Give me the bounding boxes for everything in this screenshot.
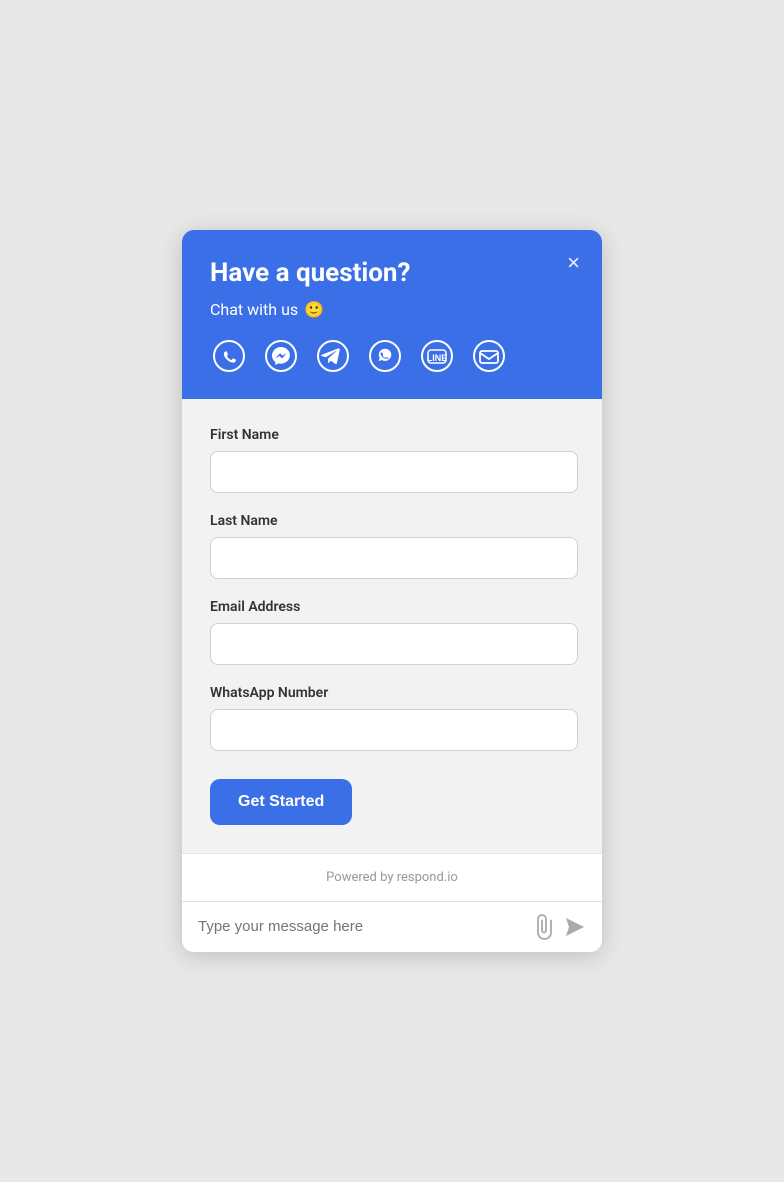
telegram-icon[interactable] bbox=[314, 337, 352, 375]
last-name-label: Last Name bbox=[210, 513, 578, 529]
powered-by: Powered by respond.io bbox=[182, 853, 602, 901]
email-icon[interactable] bbox=[470, 337, 508, 375]
line-icon[interactable]: LINE bbox=[418, 337, 456, 375]
close-button[interactable]: × bbox=[567, 252, 580, 274]
first-name-label: First Name bbox=[210, 427, 578, 443]
email-label: Email Address bbox=[210, 599, 578, 615]
subtitle-text: Chat with us bbox=[210, 300, 298, 319]
svg-text:LINE: LINE bbox=[427, 353, 448, 363]
last-name-input[interactable] bbox=[210, 537, 578, 579]
header-subtitle: Chat with us 🙂 bbox=[210, 300, 578, 319]
message-input-row bbox=[182, 901, 602, 952]
whatsapp-input[interactable] bbox=[210, 709, 578, 751]
chat-header: Have a question? Chat with us 🙂 × bbox=[182, 230, 602, 398]
last-name-group: Last Name bbox=[210, 513, 578, 579]
messenger-icon[interactable] bbox=[262, 337, 300, 375]
chat-channel-icons: LINE bbox=[210, 337, 578, 375]
first-name-group: First Name bbox=[210, 427, 578, 493]
get-started-button[interactable]: Get Started bbox=[210, 779, 352, 825]
whatsapp-label: WhatsApp Number bbox=[210, 685, 578, 701]
email-group: Email Address bbox=[210, 599, 578, 665]
first-name-input[interactable] bbox=[210, 451, 578, 493]
whatsapp-group: WhatsApp Number bbox=[210, 685, 578, 751]
email-input[interactable] bbox=[210, 623, 578, 665]
message-input[interactable] bbox=[198, 918, 522, 935]
chat-widget: Have a question? Chat with us 🙂 × bbox=[182, 230, 602, 951]
header-title: Have a question? bbox=[210, 258, 578, 289]
send-button[interactable] bbox=[564, 916, 586, 938]
chat-form-area: First Name Last Name Email Address Whats… bbox=[182, 399, 602, 853]
whatsapp-icon[interactable] bbox=[210, 337, 248, 375]
attachment-icon[interactable] bbox=[532, 914, 554, 940]
subtitle-emoji: 🙂 bbox=[304, 300, 324, 319]
viber-icon[interactable] bbox=[366, 337, 404, 375]
